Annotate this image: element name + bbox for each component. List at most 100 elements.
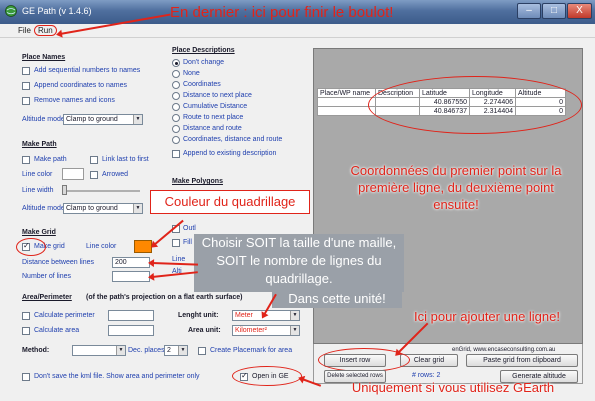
append-coords-label: Append coordinates to names bbox=[34, 82, 128, 89]
app-globe-icon bbox=[5, 5, 17, 17]
calc-perimeter-checkbox[interactable] bbox=[22, 312, 30, 320]
dropdown-arrow-icon: ▼ bbox=[178, 346, 187, 355]
polygon-fill-checkbox[interactable] bbox=[172, 239, 180, 247]
dont-save-label: Don't save the kml file. Show area and p… bbox=[34, 373, 200, 380]
remove-names-checkbox[interactable] bbox=[22, 97, 30, 105]
arrowed-checkbox[interactable] bbox=[90, 171, 98, 179]
append-desc-label: Append to existing description bbox=[183, 150, 277, 157]
add-numbers-checkbox[interactable] bbox=[22, 67, 30, 75]
area-output bbox=[108, 325, 154, 336]
dec-places-value: 2 bbox=[167, 347, 171, 354]
table-cell[interactable] bbox=[317, 106, 376, 116]
area-unit-value: Kilometer² bbox=[235, 327, 267, 334]
desc-option-label: Distance to next place bbox=[183, 92, 252, 99]
calc-perimeter-label: Calculate perimeter bbox=[34, 312, 95, 319]
length-unit-label: Lenght unit: bbox=[178, 312, 219, 319]
make-grid-title: Make Grid bbox=[22, 229, 56, 236]
append-coords-checkbox[interactable] bbox=[22, 82, 30, 90]
desc-option-radio[interactable] bbox=[172, 136, 180, 144]
dropdown-arrow-icon: ▼ bbox=[133, 115, 142, 124]
annotation-circle-coords bbox=[368, 76, 582, 134]
menu-bar: File Run bbox=[0, 24, 595, 38]
dec-places-label: Dec. places bbox=[128, 347, 165, 354]
annotation-gearth: Uniquement si vous utilisez GEarth bbox=[351, 380, 555, 395]
create-placemark-label: Create Placemark for area bbox=[210, 347, 293, 354]
desc-option-radio[interactable] bbox=[172, 59, 180, 67]
polygon-outline-label: Outl bbox=[183, 225, 196, 232]
minimize-icon[interactable]: – bbox=[517, 3, 541, 19]
grid-distance-input[interactable]: 200 bbox=[112, 257, 150, 268]
names-altitude-label: Altitude mode: bbox=[22, 116, 67, 123]
remove-names-label: Remove names and icons bbox=[34, 97, 115, 104]
maximize-icon[interactable]: □ bbox=[542, 3, 566, 19]
rows-count: # rows: 2 bbox=[412, 372, 441, 379]
dont-save-checkbox[interactable] bbox=[22, 373, 30, 381]
title-bar: GE Path (v 1.4.6) En dernier : ici pour … bbox=[0, 0, 595, 24]
window-title: GE Path (v 1.4.6) bbox=[22, 6, 92, 16]
column-header[interactable]: Place/WP name bbox=[317, 88, 376, 98]
path-altitude-select[interactable]: Clamp to ground ▼ bbox=[63, 203, 143, 214]
line-width-label: Line width bbox=[22, 187, 54, 194]
desc-option-label: Route to next place bbox=[183, 114, 244, 121]
dropdown-arrow-icon: ▼ bbox=[133, 204, 142, 213]
menu-run[interactable]: Run bbox=[34, 25, 57, 36]
app-window: GE Path (v 1.4.6) En dernier : ici pour … bbox=[0, 0, 595, 401]
annotation-add-row: Ici pour ajouter une ligne! bbox=[414, 309, 560, 324]
grid-line-color-label: Line color bbox=[86, 243, 117, 250]
annotation-coords: Coordonnées du premier point sur la prem… bbox=[350, 163, 562, 212]
annotation-top: En dernier : ici pour finir le boulot! bbox=[170, 4, 394, 21]
desc-option-label: Coordinates bbox=[183, 81, 221, 88]
dropdown-arrow-icon: ▼ bbox=[290, 311, 299, 320]
annotation-grid-color: Couleur du quadrillage bbox=[150, 190, 310, 214]
paste-grid-button[interactable]: Paste grid from clipboard bbox=[466, 354, 578, 367]
close-icon[interactable]: X bbox=[567, 3, 592, 19]
path-altitude-value: Clamp to ground bbox=[66, 205, 118, 212]
length-unit-value: Meter bbox=[235, 312, 253, 319]
desc-option-radio[interactable] bbox=[172, 114, 180, 122]
desc-option-label: Distance and route bbox=[183, 125, 242, 132]
append-desc-checkbox[interactable] bbox=[172, 150, 180, 158]
dec-places-select[interactable]: 2 ▼ bbox=[164, 345, 188, 356]
desc-option-radio[interactable] bbox=[172, 125, 180, 133]
desc-option-radio[interactable] bbox=[172, 81, 180, 89]
path-altitude-label: Altitude mode: bbox=[22, 205, 67, 212]
line-width-track bbox=[62, 190, 140, 192]
add-numbers-label: Add sequential numbers to names bbox=[34, 67, 141, 74]
create-placemark-checkbox[interactable] bbox=[198, 347, 206, 355]
perimeter-output bbox=[108, 310, 154, 321]
link-last-label: Link last to first bbox=[102, 156, 149, 163]
desc-option-radio[interactable] bbox=[172, 70, 180, 78]
place-names-title: Place Names bbox=[22, 54, 66, 61]
annotation-circle-open-ge bbox=[232, 366, 302, 386]
area-unit-select[interactable]: Kilometer² ▼ bbox=[232, 325, 300, 336]
desc-option-label: Don't change bbox=[183, 59, 225, 66]
arrowed-label: Arrowed bbox=[102, 171, 129, 178]
link-last-checkbox[interactable] bbox=[90, 156, 98, 164]
table-cell[interactable] bbox=[317, 97, 376, 107]
menu-file[interactable]: File bbox=[18, 26, 31, 35]
make-path-checkbox[interactable] bbox=[22, 156, 30, 164]
names-altitude-select[interactable]: Clamp to ground ▼ bbox=[63, 114, 143, 125]
grid-distance-label: Distance between lines bbox=[22, 259, 94, 266]
annotation-grid-size: Choisir SOIT la taille d'une maille, SOI… bbox=[194, 234, 404, 292]
desc-option-radio[interactable] bbox=[172, 92, 180, 100]
desc-option-label: Cumulative Distance bbox=[183, 103, 248, 110]
grid-number-input[interactable] bbox=[112, 271, 150, 282]
method-select[interactable]: ▼ bbox=[72, 345, 126, 356]
area-perimeter-title: Area/Perimeter bbox=[22, 294, 72, 301]
line-width-slider[interactable] bbox=[62, 185, 67, 195]
annotation-unit: Dans cette unité! bbox=[272, 290, 402, 308]
make-polygons-title: Make Polygons bbox=[172, 178, 223, 185]
desc-option-radio[interactable] bbox=[172, 103, 180, 111]
calc-area-checkbox[interactable] bbox=[22, 327, 30, 335]
calc-area-label: Calculate area bbox=[34, 327, 80, 334]
path-line-color-swatch[interactable] bbox=[62, 168, 84, 180]
path-line-color-label: Line color bbox=[22, 171, 53, 178]
place-descriptions-title: Place Descriptions bbox=[172, 47, 235, 54]
annotation-circle-make-grid bbox=[16, 238, 46, 256]
make-path-label: Make path bbox=[34, 156, 67, 163]
polygon-fill-label: Fill bbox=[183, 239, 192, 246]
names-altitude-value: Clamp to ground bbox=[66, 116, 118, 123]
annotation-arrow-distance bbox=[151, 262, 199, 266]
desc-option-label: None bbox=[183, 70, 200, 77]
